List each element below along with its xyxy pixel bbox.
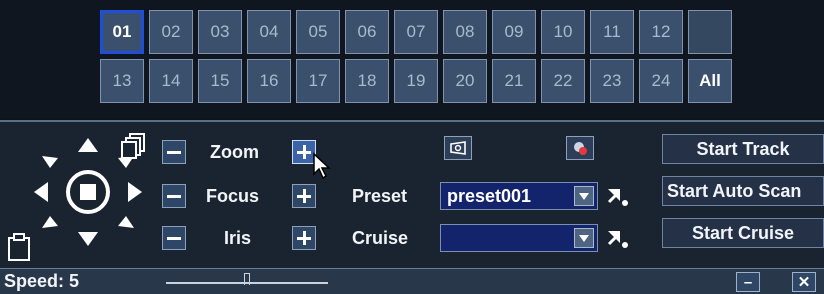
ptz-up-icon[interactable]	[78, 138, 98, 152]
channel-panel: 01 02 03 04 05 06 07 08 09 10 11 12 13 1…	[0, 0, 824, 118]
channel-button-19[interactable]: 19	[394, 59, 438, 103]
zoom-label: Zoom	[210, 142, 259, 162]
channel-button-09[interactable]: 09	[492, 10, 536, 54]
zoom-out-button[interactable]	[162, 140, 186, 164]
plus-icon	[297, 231, 311, 245]
channel-button-14[interactable]: 14	[149, 59, 193, 103]
iris-close-button[interactable]	[162, 226, 186, 250]
chevron-down-icon[interactable]	[574, 228, 594, 248]
iris-label: Iris	[224, 228, 252, 248]
camera-view-icon	[450, 141, 466, 155]
ptz-right-icon[interactable]	[128, 182, 142, 202]
mouse-cursor-icon	[313, 152, 331, 180]
channel-button-20[interactable]: 20	[443, 59, 487, 103]
channel-button-10[interactable]: 10	[541, 10, 585, 54]
minimize-button[interactable]: –	[736, 272, 760, 292]
preset-label: Preset	[352, 186, 408, 206]
ptz-up-left-icon[interactable]	[42, 156, 58, 168]
copy-icon[interactable]	[120, 132, 148, 160]
channel-button-23[interactable]: 23	[590, 59, 634, 103]
ptz-left-icon[interactable]	[34, 182, 48, 202]
speed-bar: Speed: 5 – ✕	[0, 268, 824, 294]
preset-select[interactable]: preset001	[440, 182, 598, 210]
speed-slider-thumb[interactable]	[244, 273, 250, 285]
paste-icon[interactable]	[6, 232, 32, 262]
channel-button-18[interactable]: 18	[345, 59, 389, 103]
channel-button-04[interactable]: 04	[247, 10, 291, 54]
minus-icon	[167, 194, 181, 198]
channel-button-05[interactable]: 05	[296, 10, 340, 54]
channel-button-13[interactable]: 13	[100, 59, 144, 103]
ptz-down-icon[interactable]	[78, 232, 98, 246]
channel-button-22[interactable]: 22	[541, 59, 585, 103]
channel-grid: 01 02 03 04 05 06 07 08 09 10 11 12 13 1…	[100, 10, 732, 103]
focus-label: Focus	[206, 186, 260, 206]
channel-button-12[interactable]: 12	[639, 10, 683, 54]
cruise-label: Cruise	[352, 228, 409, 248]
camera-view-button[interactable]	[444, 136, 472, 160]
ptz-down-left-icon[interactable]	[42, 216, 58, 228]
goto-preset-icon[interactable]	[604, 183, 630, 209]
minus-icon	[167, 150, 181, 154]
channel-button-07[interactable]: 07	[394, 10, 438, 54]
ptz-control-panel: Zoom Focus Iris Preset preset001 Cruise	[0, 122, 824, 268]
channel-button-24[interactable]: 24	[639, 59, 683, 103]
channel-button-all[interactable]: All	[688, 59, 732, 103]
focus-near-button[interactable]	[162, 184, 186, 208]
iris-open-button[interactable]	[292, 226, 316, 250]
channel-button-01[interactable]: 01	[100, 10, 144, 54]
preset-select-value: preset001	[447, 185, 532, 206]
channel-button-03[interactable]: 03	[198, 10, 242, 54]
channel-button-empty	[688, 10, 732, 54]
channel-button-17[interactable]: 17	[296, 59, 340, 103]
close-button[interactable]: ✕	[792, 272, 816, 292]
minus-icon	[167, 236, 181, 240]
plus-icon	[297, 189, 311, 203]
speed-label: Speed: 5	[4, 271, 80, 291]
focus-far-button[interactable]	[292, 184, 316, 208]
channel-button-11[interactable]: 11	[590, 10, 634, 54]
channel-button-21[interactable]: 21	[492, 59, 536, 103]
start-auto-scan-button[interactable]: Start Auto Scan	[662, 176, 824, 206]
cruise-select[interactable]	[440, 224, 598, 252]
ptz-stop-icon[interactable]	[66, 170, 110, 214]
channel-button-16[interactable]: 16	[247, 59, 291, 103]
channel-button-06[interactable]: 06	[345, 10, 389, 54]
record-button[interactable]	[566, 136, 594, 160]
ptz-down-right-icon[interactable]	[118, 216, 134, 228]
chevron-down-icon[interactable]	[574, 186, 594, 206]
start-track-button[interactable]: Start Track	[662, 134, 824, 164]
channel-button-02[interactable]: 02	[149, 10, 193, 54]
start-cruise-button[interactable]: Start Cruise	[662, 218, 824, 248]
channel-button-08[interactable]: 08	[443, 10, 487, 54]
goto-cruise-icon[interactable]	[604, 225, 630, 251]
plus-icon	[297, 145, 311, 159]
channel-button-15[interactable]: 15	[198, 59, 242, 103]
record-dot-icon	[574, 142, 587, 155]
